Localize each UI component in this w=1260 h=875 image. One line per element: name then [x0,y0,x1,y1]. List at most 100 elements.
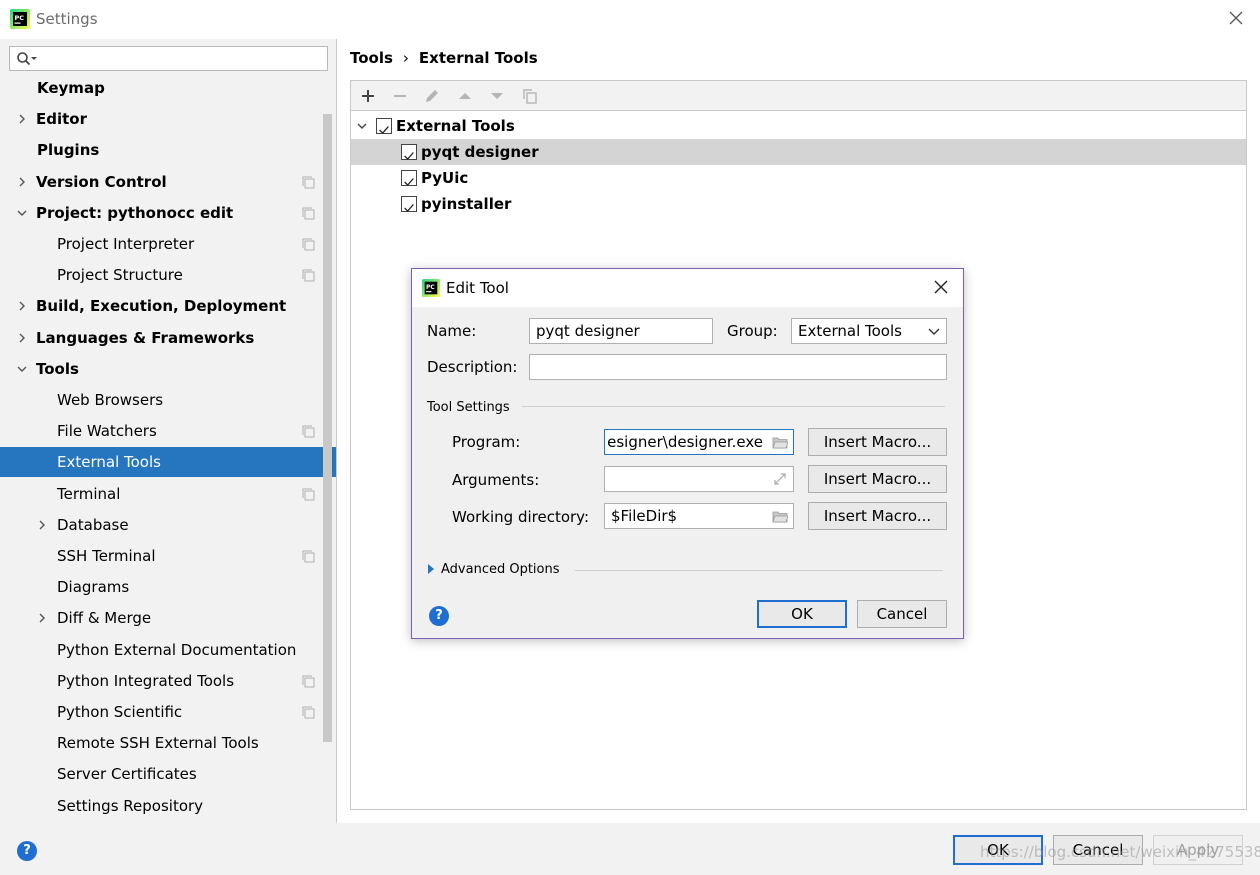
description-label: Description: [427,358,518,376]
dialog-cancel-button[interactable]: Cancel [857,600,947,628]
breadcrumb-item[interactable]: Tools [350,49,393,67]
move-up-icon[interactable] [456,87,474,105]
settings-sidebar: Keymap Editor Plugins Version Control Projec… [0,39,337,823]
sidebar-item[interactable]: Editor [0,104,336,134]
external-tools-toolbar [350,80,1247,110]
sidebar-item[interactable]: Python Scientific [0,697,336,727]
sidebar-item-label: SSH Terminal [57,547,156,565]
copy-icon[interactable] [521,87,539,105]
sidebar-item[interactable]: Keymap [0,73,336,103]
tool-label: PyUic [421,169,469,187]
expand-icon[interactable] [772,472,788,486]
sidebar-item[interactable]: Python Integrated Tools [0,666,336,696]
sidebar-item-label: Web Browsers [57,391,164,409]
dialog-titlebar: PC Edit Tool [412,269,963,307]
name-field[interactable]: pyqt designer [529,318,713,344]
remove-icon[interactable] [391,87,409,105]
chevron-down-icon [928,328,940,335]
breadcrumb: Tools › External Tools [350,49,538,67]
sidebar-item[interactable]: Terminal [0,479,336,509]
checkbox[interactable] [401,144,417,161]
checkbox[interactable] [401,170,417,187]
group-select[interactable]: External Tools [791,318,947,344]
dialog-ok-button[interactable]: OK [757,600,847,628]
chevron-down-icon[interactable] [16,207,28,219]
checkbox[interactable] [401,196,417,213]
arguments-field[interactable] [604,466,794,492]
project-settings-icon [302,207,315,220]
chevron-right-icon[interactable] [16,332,28,344]
sidebar-item-label: File Watchers [57,422,157,440]
chevron-right-icon[interactable] [16,113,28,125]
chevron-down-icon[interactable] [356,120,368,132]
chevron-right-icon[interactable] [36,519,48,531]
chevron-right-icon[interactable] [16,176,28,188]
description-field[interactable] [529,354,947,380]
edit-icon[interactable] [423,87,441,105]
svg-text:PC: PC [15,14,25,22]
sidebar-item[interactable]: Version Control [0,167,336,197]
expand-arrow-icon[interactable] [427,564,435,574]
window-title: Settings [36,10,98,28]
help-icon[interactable]: ? [429,606,449,626]
checkmark-icon [404,178,414,187]
project-settings-icon [302,706,315,719]
sidebar-item[interactable]: Web Browsers [0,385,336,415]
folder-icon[interactable] [772,435,788,449]
sidebar-item[interactable]: Server Certificates [0,759,336,789]
project-settings-icon [302,488,315,501]
sidebar-item-label: Tools [36,360,79,378]
sidebar-item[interactable]: Project: pythonocc edit [0,198,336,228]
sidebar-scrollbar[interactable] [323,114,332,742]
chevron-right-icon[interactable] [16,300,28,312]
advanced-options-toggle[interactable]: Advanced Options [441,562,560,577]
sidebar-item[interactable]: Database [0,510,336,540]
svg-text:PC: PC [426,285,435,291]
sidebar-item[interactable]: Plugins [0,135,336,165]
checkmark-icon [379,126,389,135]
sidebar-item[interactable]: SSH Terminal [0,541,336,571]
sidebar-item[interactable]: Project Structure [0,260,336,290]
sidebar-item[interactable]: Diagrams [0,572,336,602]
sidebar-item-label: Project Interpreter [57,235,195,253]
chevron-down-icon[interactable] [16,363,28,375]
sidebar-item[interactable]: Tools [0,354,336,384]
sidebar-item-label: Python Scientific [57,703,183,721]
project-settings-icon [302,425,315,438]
sidebar-item-label: Build, Execution, Deployment [36,297,287,315]
project-settings-icon [302,238,315,251]
tool-row[interactable]: pyqt designer [351,139,1246,165]
insert-macro-button[interactable]: Insert Macro... [808,428,947,456]
sidebar-item[interactable]: Python External Documentation [0,635,336,665]
sidebar-item[interactable]: Build, Execution, Deployment [0,291,336,321]
sidebar-item[interactable]: Diff & Merge [0,603,336,633]
add-icon[interactable] [359,87,377,105]
sidebar-item[interactable]: External Tools [0,447,336,477]
help-icon[interactable]: ? [17,841,37,861]
working-directory-label: Working directory: [452,508,590,526]
insert-macro-button[interactable]: Insert Macro... [808,502,947,530]
search-icon [17,52,37,66]
close-icon[interactable] [1226,8,1246,28]
program-field[interactable]: esigner\designer.exe [604,429,794,455]
sidebar-item-label: Version Control [36,173,167,191]
insert-macro-button[interactable]: Insert Macro... [808,465,947,493]
tool-row[interactable]: PyUic [351,165,1246,191]
chevron-right-icon[interactable] [36,612,48,624]
sidebar-item[interactable]: Settings Repository [0,791,336,821]
search-input[interactable] [9,46,328,71]
working-directory-field[interactable]: $FileDir$ [604,503,794,529]
close-icon[interactable] [933,279,949,295]
project-settings-icon [302,550,315,563]
sidebar-item[interactable]: Languages & Frameworks [0,323,336,353]
sidebar-item-label: Remote SSH External Tools [57,734,259,752]
sidebar-item[interactable]: Remote SSH External Tools [0,728,336,758]
tool-row[interactable]: pyinstaller [351,191,1246,217]
sidebar-item[interactable]: Project Interpreter [0,229,336,259]
sidebar-item-label: Database [57,516,129,534]
tool-group-row[interactable]: External Tools [351,113,1246,139]
folder-icon[interactable] [772,509,788,523]
move-down-icon[interactable] [488,87,506,105]
sidebar-item[interactable]: File Watchers [0,416,336,446]
checkbox[interactable] [376,118,392,135]
